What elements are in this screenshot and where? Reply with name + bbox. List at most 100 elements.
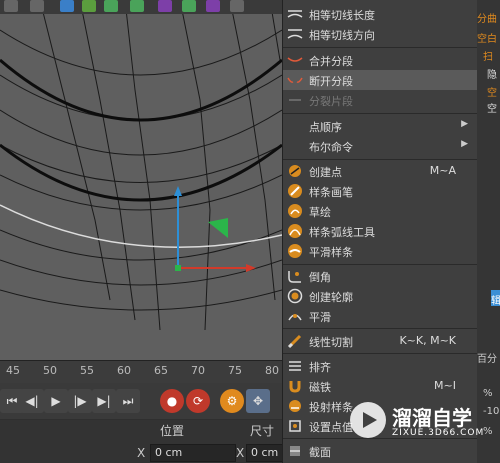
watermark: 溜溜自学 ZIXUE.3D66.COM (350, 398, 500, 444)
ruler-tick: 60 (117, 364, 131, 377)
menu-item-label: 倒角 (309, 271, 331, 284)
viewport-3d[interactable] (0, 0, 282, 360)
generator-icon[interactable] (104, 0, 118, 12)
explode-segments-icon (289, 99, 301, 101)
coordinates-panel: 位置 尺寸 X 0 cm X 0 cm (0, 420, 286, 463)
cube-icon[interactable] (60, 0, 74, 12)
menu-item-create-point[interactable]: 创建点 M~A (283, 161, 478, 181)
panel-text: 空白 (477, 34, 497, 45)
ruler-tick: 80 (265, 364, 279, 377)
menu-item-label: 创建轮廓 (309, 291, 353, 304)
light-icon[interactable] (206, 0, 220, 12)
menu-item-line-cut[interactable]: 线性切割 K~K, M~K (283, 331, 478, 351)
menu-item-spline-arc-tool[interactable]: 样条弧线工具 (283, 221, 478, 241)
position-label: 位置 (160, 424, 185, 438)
create-point-icon (289, 165, 301, 177)
go-end-icon[interactable]: ▶| (92, 389, 116, 413)
panel-text: 分曲 (477, 14, 497, 25)
size-label: 尺寸 (250, 424, 275, 438)
watermark-logo-icon (350, 402, 386, 438)
panel-text: 空 (487, 88, 497, 99)
menu-item-spline-pen[interactable]: 样条画笔 (283, 181, 478, 201)
top-toolbar (0, 0, 282, 14)
sketch-icon (288, 204, 302, 218)
deformer-icon[interactable] (130, 0, 144, 12)
toolbar-icon[interactable] (30, 0, 44, 12)
menu-item-label: 线性切割 (309, 336, 353, 349)
panel-text: 百分 (477, 354, 497, 365)
menu-item-label: 磁铁 (309, 381, 331, 394)
menu-separator (283, 264, 478, 265)
menu-item-smooth[interactable]: 平滑 (283, 306, 478, 326)
menu-item-label: 合并分段 (309, 55, 353, 68)
break-segment-icon (287, 77, 303, 83)
menu-item-arrange[interactable]: 排齐 (283, 356, 478, 376)
arrange-icon (289, 361, 301, 371)
playback-controls: ⏮ ◀| ▶ |▶ ▶| ⏭ ● ⟳ ⚙ ✥ (0, 383, 282, 419)
menu-item-explode-segments[interactable]: 分裂片段 (283, 90, 478, 110)
position-x-field[interactable]: 0 cm (150, 444, 236, 462)
key-settings-icon[interactable]: ⚙ (220, 389, 244, 413)
menu-item-magnet[interactable]: 磁铁 M~I (283, 376, 478, 396)
panel-text: 空 (487, 104, 497, 115)
menu-item-sketch[interactable]: 草绘 (283, 201, 478, 221)
menu-item-join-segment[interactable]: 合并分段 (283, 50, 478, 70)
menu-item-label: 排齐 (309, 361, 331, 374)
pen-icon[interactable] (82, 0, 96, 12)
smooth-spline-icon (288, 244, 302, 258)
set-point-value-icon (289, 420, 301, 432)
record-icon[interactable]: ● (160, 389, 184, 413)
play-icon[interactable]: ▶ (44, 389, 68, 413)
watermark-title: 溜溜自学 (392, 406, 472, 430)
menu-item-create-outline[interactable]: 创建轮廓 (283, 286, 478, 306)
menu-item-label: 布尔命令 (309, 141, 353, 154)
watermark-subtitle: ZIXUE.3D66.COM (392, 428, 485, 438)
menu-item-label: 设置点值 (309, 421, 353, 434)
menu-item-section[interactable]: 截面 (283, 441, 478, 461)
menu-item-break-segment[interactable]: 断开分段 (283, 70, 478, 90)
menu-separator (283, 328, 478, 329)
menu-item-label: 相等切线方向 (309, 29, 375, 42)
menu-item-chamfer[interactable]: 倒角 (283, 266, 478, 286)
next-frame-icon[interactable]: |▶ (68, 389, 92, 413)
panel-text: 扫 (483, 52, 493, 63)
prev-key-icon[interactable]: ◀| (20, 389, 44, 413)
tangent-length-icon (287, 10, 303, 18)
menu-item-equal-tangent-direction[interactable]: 相等切线方向 (283, 24, 478, 44)
toolbar-icon[interactable] (230, 0, 244, 12)
knife-icon (287, 334, 302, 349)
camera-icon[interactable] (182, 0, 196, 12)
spline-context-menu: 相等切线长度 相等切线方向 合并分段 断开分段 分裂片段 点顺序 ▶ 布尔命令 … (282, 0, 478, 463)
ruler-tick: 45 (6, 364, 20, 377)
menu-item-label: 平滑 (309, 311, 331, 324)
ruler-tick: 50 (43, 364, 57, 377)
menu-item-shortcut: K~K, M~K (399, 334, 456, 347)
menu-item-smooth-spline[interactable]: 平滑样条 (283, 241, 478, 261)
menu-item-point-order[interactable]: 点顺序 ▶ (283, 116, 478, 136)
menu-item-equal-tangent-length[interactable]: 相等切线长度 (283, 4, 478, 24)
toolbar-icon[interactable] (4, 0, 18, 12)
section-icon (290, 446, 300, 456)
panel-text: 隐 (487, 70, 497, 81)
wireframe-mesh (0, 0, 282, 331)
menu-item-boolean-commands[interactable]: 布尔命令 ▶ (283, 136, 478, 156)
submenu-arrow-icon: ▶ (461, 119, 468, 129)
menu-item-shortcut: M~I (434, 379, 456, 392)
menu-item-label: 点顺序 (309, 121, 342, 134)
menu-item-label: 创建点 (309, 166, 342, 179)
loop-icon[interactable]: ⏭ (116, 389, 140, 413)
project-spline-icon (289, 400, 301, 412)
object-manager-edge: 分曲 空白 扫 隐 空 空 辑 百分 % -10 % (477, 0, 500, 463)
menu-item-label: 投射样条 (309, 401, 353, 414)
ruler-tick: 70 (191, 364, 205, 377)
move-key-icon[interactable]: ✥ (246, 389, 270, 413)
magnet-icon (289, 381, 301, 393)
chamfer-icon (288, 271, 301, 283)
size-x-field[interactable]: 0 cm (246, 444, 286, 462)
ruler-tick: 55 (80, 364, 94, 377)
menu-separator (283, 353, 478, 354)
spline-arc-icon (288, 224, 302, 238)
timeline-ruler[interactable]: 45 50 55 60 65 70 75 80 (0, 360, 282, 383)
environment-icon[interactable] (158, 0, 172, 12)
autokey-icon[interactable]: ⟳ (186, 389, 210, 413)
